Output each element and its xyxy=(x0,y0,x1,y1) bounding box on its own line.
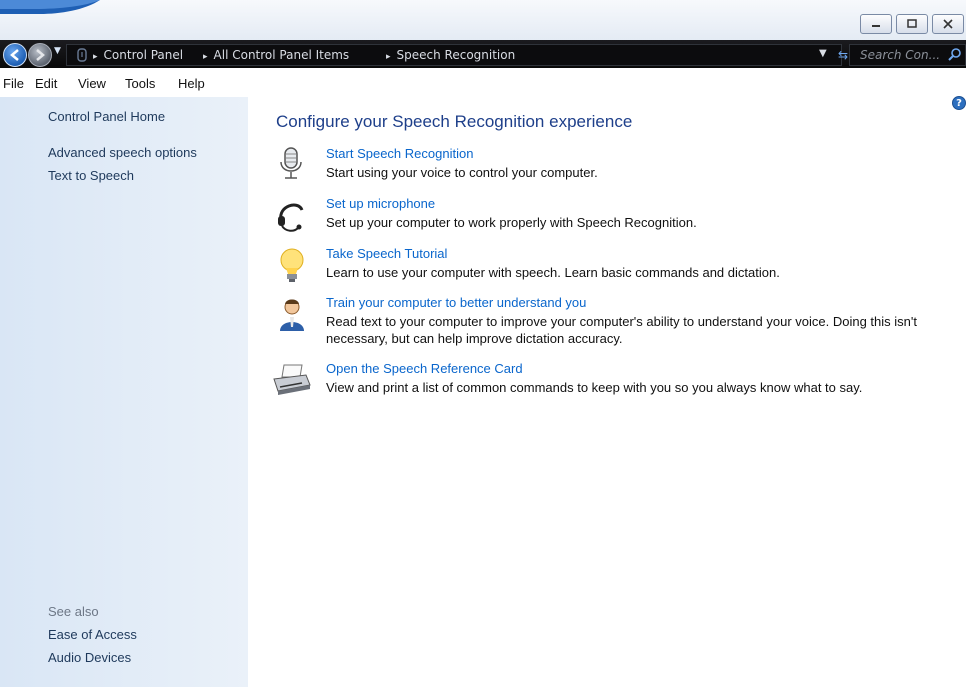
refresh-icon[interactable]: ⇆ xyxy=(838,48,848,62)
task-description: Read text to your computer to improve yo… xyxy=(326,314,917,346)
close-button[interactable] xyxy=(932,14,964,34)
control-panel-icon xyxy=(77,48,87,62)
maximize-button[interactable] xyxy=(896,14,928,34)
task-description: View and print a list of common commands… xyxy=(326,380,863,395)
maximize-icon xyxy=(907,19,917,28)
ease-of-access-link[interactable]: Ease of Access xyxy=(48,627,137,642)
printer-icon xyxy=(273,364,311,395)
back-button[interactable] xyxy=(3,43,27,67)
control-panel-home-link[interactable]: Control Panel Home xyxy=(48,109,165,124)
menu-bar: File Edit View Tools Help xyxy=(0,74,966,94)
forward-arrow-icon xyxy=(36,49,45,61)
recent-pages-dropdown-icon[interactable]: ▼ xyxy=(54,46,61,56)
set-up-microphone-link[interactable]: Set up microphone xyxy=(326,196,435,211)
minimize-icon xyxy=(872,25,880,27)
menu-tools[interactable]: Tools xyxy=(125,76,155,91)
user-training-icon xyxy=(280,299,304,331)
help-icon[interactable]: ? xyxy=(952,96,966,110)
search-icon[interactable] xyxy=(948,47,962,61)
task-description: Set up your computer to work properly wi… xyxy=(326,215,697,230)
see-also-label: See also xyxy=(48,604,99,619)
advanced-speech-options-link[interactable]: Advanced speech options xyxy=(48,145,197,160)
microphone-icon xyxy=(280,147,302,179)
breadcrumb-all-items[interactable]: ▸ All Control Panel Items xyxy=(203,48,349,62)
window-titlebar[interactable] xyxy=(0,0,966,40)
audio-devices-link[interactable]: Audio Devices xyxy=(48,650,131,665)
text-to-speech-link[interactable]: Text to Speech xyxy=(48,168,134,183)
search-placeholder: Search Con... xyxy=(860,48,941,62)
menu-edit[interactable]: Edit xyxy=(35,76,57,91)
breadcrumb-speech-recognition[interactable]: ▸ Speech Recognition xyxy=(386,48,515,62)
close-icon xyxy=(943,19,953,29)
menu-view[interactable]: View xyxy=(78,76,106,91)
task-description: Start using your voice to control your c… xyxy=(326,165,598,180)
address-field[interactable]: ▸ Control Panel ▸ All Control Panel Items … xyxy=(66,44,848,66)
take-speech-tutorial-link[interactable]: Take Speech Tutorial xyxy=(326,246,447,261)
menu-file[interactable]: File xyxy=(3,76,24,91)
address-dropdown-icon[interactable]: ▼ xyxy=(819,48,827,59)
task-pane-sidebar: Control Panel Home Advanced speech optio… xyxy=(0,97,248,687)
train-computer-link[interactable]: Train your computer to better understand… xyxy=(326,295,586,310)
lightbulb-icon xyxy=(280,248,304,282)
page-title: Configure your Speech Recognition experi… xyxy=(276,112,633,131)
breadcrumb-control-panel[interactable]: ▸ Control Panel xyxy=(93,48,183,62)
back-arrow-icon xyxy=(10,49,19,61)
menu-help[interactable]: Help xyxy=(178,76,205,91)
task-description: Learn to use your computer with speech. … xyxy=(326,265,780,280)
search-input[interactable]: Search Con... xyxy=(849,44,966,66)
forward-button[interactable] xyxy=(28,43,52,67)
start-orb-fragment xyxy=(0,0,100,14)
headset-icon xyxy=(278,203,304,232)
start-speech-recognition-link[interactable]: Start Speech Recognition xyxy=(326,146,473,161)
minimize-button[interactable] xyxy=(860,14,892,34)
open-reference-card-link[interactable]: Open the Speech Reference Card xyxy=(326,361,523,376)
address-toolbar: ▼ ▸ Control Panel ▸ All Control Panel Item… xyxy=(0,40,966,68)
